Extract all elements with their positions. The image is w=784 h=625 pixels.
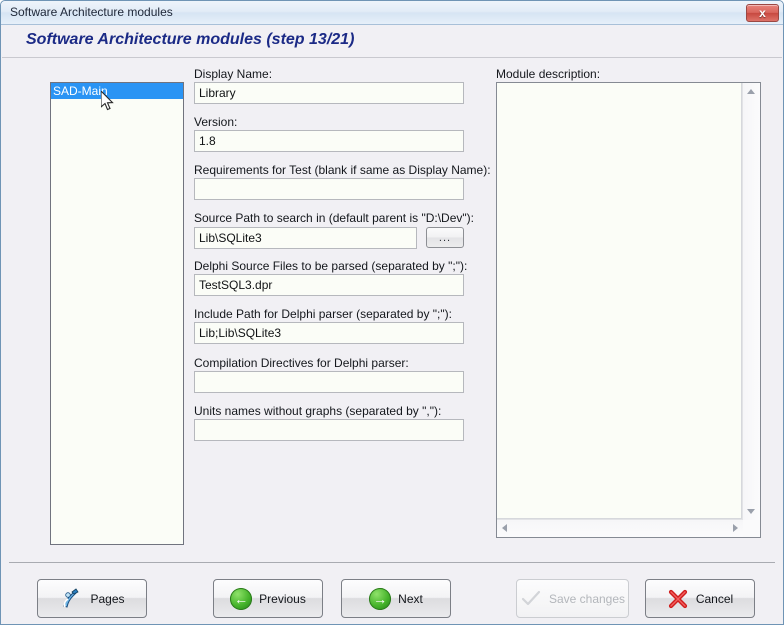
pages-icon (59, 587, 83, 611)
module-description-label: Module description: (496, 67, 601, 81)
units-without-graphs-input[interactable] (194, 419, 464, 441)
module-description-horizontal-scrollbar[interactable] (497, 519, 743, 537)
application-window: Software Architecture modules x Software… (0, 0, 784, 625)
previous-button[interactable]: ← Previous (213, 579, 323, 618)
include-path-label: Include Path for Delphi parser (separate… (194, 307, 452, 321)
save-changes-button-label: Save changes (548, 591, 626, 606)
source-path-input[interactable]: Lib\SQLite3 (194, 227, 417, 249)
cancel-button[interactable]: Cancel (645, 579, 755, 618)
version-label: Version: (194, 115, 238, 129)
header-band: Software Architecture modules (step 13/2… (2, 25, 782, 58)
compilation-directives-label: Compilation Directives for Delphi parser… (194, 356, 409, 370)
sad-items-listbox[interactable]: SAD-Main (50, 82, 184, 545)
units-without-graphs-label: Units names without graphs (separated by… (194, 404, 442, 418)
cross-icon (667, 588, 689, 610)
cancel-button-label: Cancel (695, 591, 734, 606)
display-name-input[interactable]: Library (194, 82, 464, 104)
requirements-for-test-input[interactable] (194, 178, 464, 200)
scrollbar-corner (743, 520, 760, 537)
scroll-up-icon[interactable] (747, 89, 755, 94)
delphi-source-files-label: Delphi Source Files to be parsed (separa… (194, 259, 468, 273)
module-description-vertical-scrollbar[interactable] (742, 83, 760, 520)
list-item[interactable]: SAD-Main (51, 83, 183, 99)
requirements-for-test-label: Requirements for Test (blank if same as … (194, 163, 491, 177)
display-name-label: Display Name: (194, 67, 273, 81)
source-path-browse-button[interactable]: ... (426, 227, 464, 248)
close-button[interactable]: x (746, 4, 779, 22)
module-description-textarea[interactable] (497, 83, 742, 519)
include-path-input[interactable]: Lib;Lib\SQLite3 (194, 322, 464, 344)
delphi-source-files-input[interactable]: TestSQL3.dpr (194, 274, 464, 296)
next-button[interactable]: → Next (341, 579, 451, 618)
scroll-down-icon[interactable] (747, 509, 755, 514)
next-button-label: Next (398, 591, 423, 606)
pages-button[interactable]: Pages (37, 579, 147, 618)
page-title: Software Architecture modules (step 13/2… (26, 31, 355, 48)
arrow-left-icon: ← (230, 587, 253, 610)
version-input[interactable]: 1.8 (194, 130, 464, 152)
window-title: Software Architecture modules (10, 5, 173, 19)
arrow-right-icon: → (369, 587, 392, 610)
module-description-memo[interactable] (496, 82, 761, 538)
title-bar: Software Architecture modules x (1, 1, 783, 25)
scroll-right-icon[interactable] (733, 524, 738, 532)
check-icon (520, 588, 542, 610)
save-changes-button[interactable]: Save changes (516, 579, 629, 618)
compilation-directives-input[interactable] (194, 371, 464, 393)
scroll-left-icon[interactable] (502, 524, 507, 532)
previous-button-label: Previous (259, 591, 306, 606)
close-icon: x (759, 6, 766, 20)
source-path-label: Source Path to search in (default parent… (194, 211, 474, 225)
pages-button-label: Pages (90, 591, 125, 606)
